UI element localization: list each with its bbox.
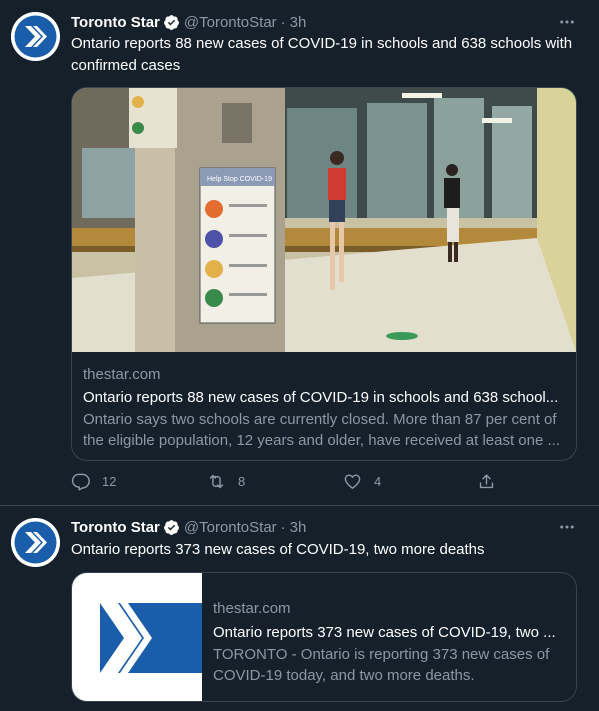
avatar[interactable] [11,12,60,61]
like-count: 4 [374,474,382,489]
more-horizontal-icon [560,525,574,529]
tweet-text: Ontario reports 88 new cases of COVID-19… [71,35,573,74]
toronto-star-logo-icon [11,518,60,567]
toronto-star-logo-icon [11,12,60,61]
verified-badge-icon [163,519,179,535]
school-hallway-photo: Help Stop COVID-19 [72,88,576,352]
heart-icon [344,474,361,489]
retweet-count: 8 [238,474,246,489]
share-icon [479,474,494,489]
card-image[interactable]: Help Stop COVID-19 [72,88,576,352]
more-options-button[interactable] [557,517,577,537]
link-card[interactable]: thestar.com Ontario reports 373 new case… [71,572,577,702]
author-handle[interactable]: @TorontoStar [184,519,277,536]
link-card[interactable]: Help Stop COVID-19 thestar.com Ontario r… [71,87,577,461]
separator: · [280,13,286,31]
card-description: TORONTO - Ontario is reporting 373 new c… [213,646,550,684]
tweet-actions: 12 8 4 [71,472,494,492]
card-domain: thestar.com [213,600,291,617]
author-name[interactable]: Toronto Star [71,519,160,536]
reply-icon [71,473,90,491]
toronto-star-logo-icon [100,603,202,673]
card-content: thestar.com Ontario reports 88 new cases… [83,365,565,451]
reply-count: 12 [102,474,117,489]
timestamp[interactable]: 3h [290,519,307,536]
tweet-header: Toronto Star @TorontoStar · 3h [71,12,306,32]
timestamp[interactable]: 3h [290,14,307,31]
card-content: thestar.com Ontario reports 373 new case… [213,599,562,686]
verified-badge-icon [163,14,179,30]
tweet-text: Ontario reports 373 new cases of COVID-1… [71,541,485,558]
retweet-button[interactable]: 8 [207,472,245,491]
retweet-icon [209,474,224,489]
card-image[interactable] [72,573,202,701]
separator: · [280,518,286,536]
more-horizontal-icon [560,20,574,24]
avatar[interactable] [11,518,60,567]
like-button[interactable]: 4 [343,472,381,491]
reply-button[interactable]: 12 [71,472,116,491]
card-title: Ontario reports 88 new cases of COVID-19… [83,389,559,406]
card-title: Ontario reports 373 new cases of COVID-1… [213,624,556,641]
card-description: Ontario says two schools are currently c… [83,411,560,449]
tweet-header: Toronto Star @TorontoStar · 3h [71,517,306,537]
author-name[interactable]: Toronto Star [71,14,160,31]
share-button[interactable] [477,472,508,491]
card-domain: thestar.com [83,366,161,383]
tweet[interactable]: Toronto Star @TorontoStar · 3h Ontario r… [0,0,599,506]
poster-title: Help Stop COVID-19 [207,176,272,183]
more-options-button[interactable] [557,12,577,32]
author-handle[interactable]: @TorontoStar [184,14,277,31]
